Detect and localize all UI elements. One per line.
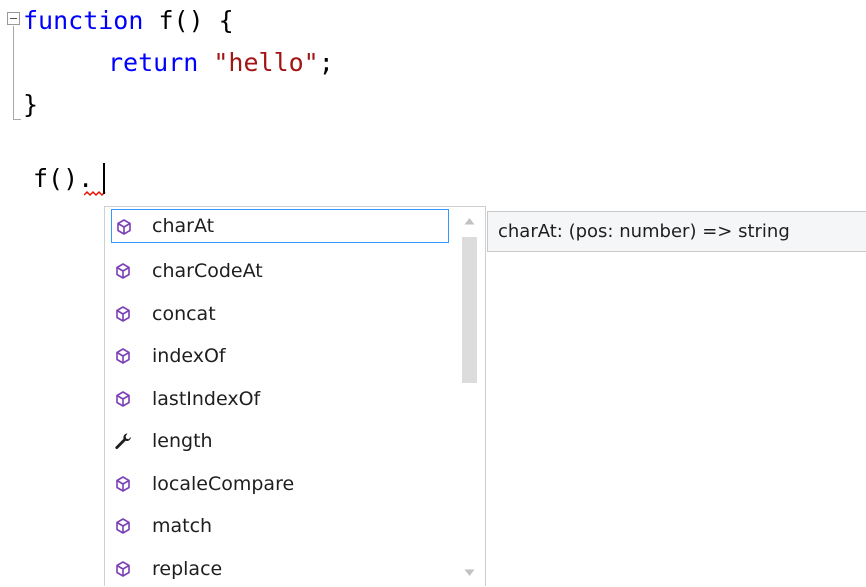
method-icon — [116, 476, 130, 492]
outline-guide-end — [13, 119, 21, 120]
wrench-icon — [115, 433, 131, 450]
completion-scrollbar[interactable] — [458, 207, 480, 587]
scroll-down-arrow-icon[interactable] — [464, 569, 475, 577]
completion-item-length[interactable]: length — [111, 424, 449, 458]
completion-item-charAt[interactable]: charAt — [111, 209, 449, 243]
member-access-expression: f(). — [33, 164, 94, 193]
completion-item-localeCompare[interactable]: localeCompare — [111, 467, 449, 501]
code-line-3[interactable]: } — [23, 84, 38, 126]
completion-item-label: localeCompare — [152, 473, 295, 495]
method-icon — [117, 219, 131, 235]
keyword-return: return — [108, 48, 199, 77]
completion-item-label: replace — [152, 558, 223, 580]
completion-item-replace[interactable]: replace — [111, 552, 449, 586]
completion-item-label: concat — [152, 303, 216, 325]
scroll-up-arrow-icon[interactable] — [464, 217, 475, 225]
code-line-2[interactable]: return "hello"; — [108, 42, 334, 84]
keyword-function: function — [23, 6, 144, 35]
quick-info-tooltip: charAt: (pos: number) => string — [487, 211, 866, 252]
completion-item-label: length — [152, 430, 213, 452]
method-icon — [116, 348, 130, 364]
semicolon: ; — [318, 48, 334, 77]
completion-list[interactable]: charAt charCodeAt concat indexOf lastInd… — [104, 206, 486, 587]
outline-guide — [13, 26, 14, 120]
method-icon — [116, 391, 130, 407]
completion-item-label: charCodeAt — [152, 260, 263, 282]
closing-brace: } — [23, 90, 39, 119]
completion-item-concat[interactable]: concat — [111, 297, 449, 331]
completion-item-label: match — [152, 515, 213, 537]
completion-item-indexOf[interactable]: indexOf — [111, 339, 449, 373]
method-icon — [116, 263, 130, 279]
code-line-1[interactable]: function f() { — [23, 0, 234, 42]
text-caret — [103, 163, 105, 194]
method-icon — [116, 306, 130, 322]
string-literal: "hello" — [213, 48, 319, 77]
method-icon — [116, 561, 130, 577]
function-signature: f() { — [143, 6, 234, 35]
collapse-toggle-icon[interactable] — [7, 12, 20, 25]
completion-item-label: lastIndexOf — [152, 388, 261, 410]
completion-item-label: indexOf — [152, 345, 226, 367]
completion-item-match[interactable]: match — [111, 509, 449, 543]
completion-item-lastIndexOf[interactable]: lastIndexOf — [111, 382, 449, 416]
completion-item-charCodeAt[interactable]: charCodeAt — [111, 254, 449, 288]
scroll-thumb[interactable] — [462, 237, 477, 383]
completion-item-label: charAt — [152, 215, 215, 237]
method-icon — [116, 518, 130, 534]
